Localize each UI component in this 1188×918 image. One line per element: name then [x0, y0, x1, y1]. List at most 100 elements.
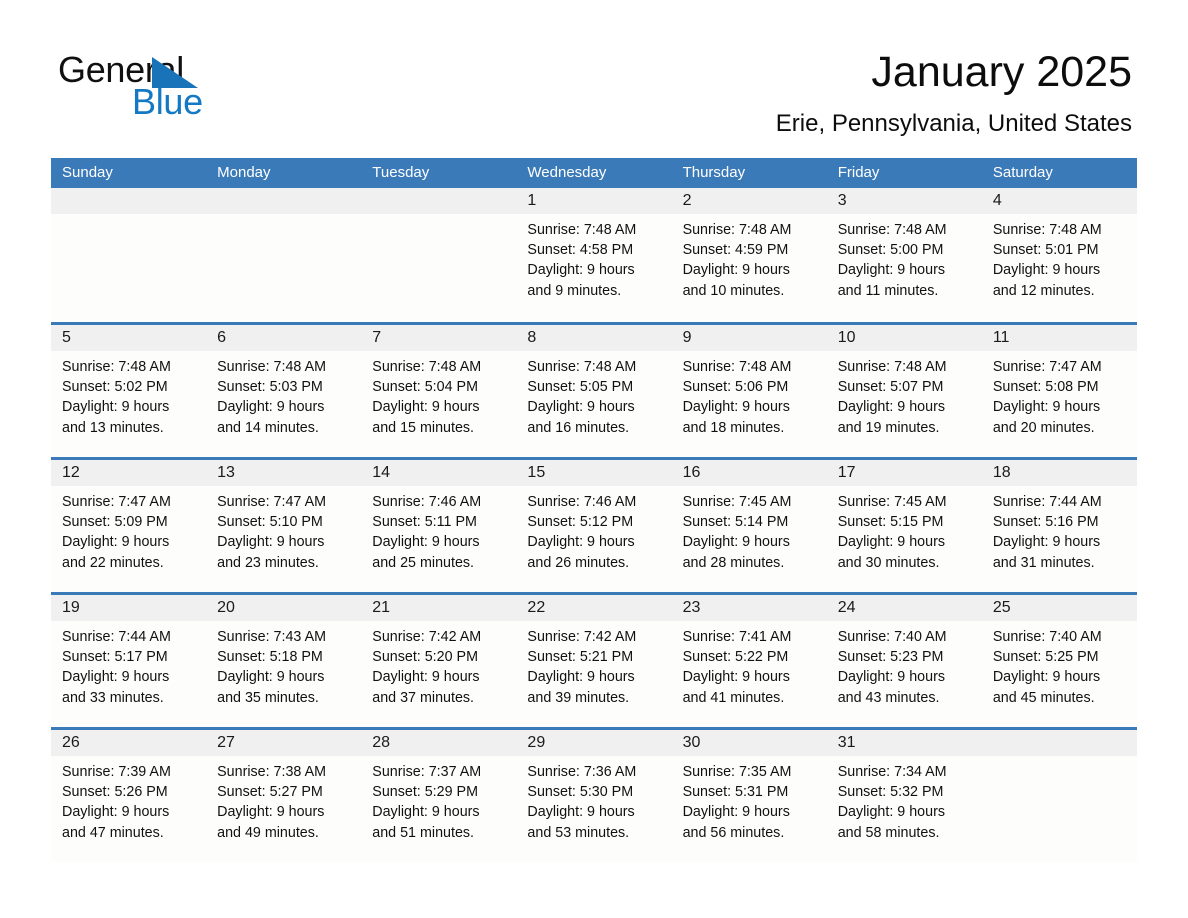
day-number-13[interactable]: 13	[206, 460, 361, 486]
day-number-4[interactable]: 4	[982, 188, 1137, 214]
day-detail-line: Sunrise: 7:38 AM	[217, 764, 327, 780]
day-detail-line: Sunrise: 7:48 AM	[527, 222, 637, 238]
day-detail-line: Daylight: 9 hours	[62, 804, 170, 821]
weekday-header-row: Sunday Monday Tuesday Wednesday Thursday Frid…	[51, 158, 1137, 188]
day-number-12[interactable]: 12	[51, 460, 206, 486]
day-cell-13[interactable]: Sunrise: 7:47 AM Sunset: 5:10 PM Daylight:…	[206, 486, 361, 592]
day-cell-25[interactable]: Sunrise: 7:40 AM Sunset: 5:25 PM Daylight:…	[982, 621, 1137, 727]
location-subtitle: Erie, Pennsylvania, United States	[775, 110, 1132, 137]
day-detail-line: and 37 minutes.	[372, 689, 475, 706]
day-cell-8[interactable]: Sunrise: 7:48 AM Sunset: 5:05 PM Daylight:…	[516, 351, 671, 457]
day-cell-22[interactable]: Sunrise: 7:42 AM Sunset: 5:21 PM Daylight:…	[516, 621, 671, 727]
day-detail-line: Sunset: 5:29 PM	[372, 784, 478, 801]
day-detail-line: Sunrise: 7:45 AM	[837, 494, 947, 510]
day-cell-2[interactable]: Sunrise: 7:48 AM Sunset: 4:59 PM Daylight:…	[672, 214, 827, 320]
day-number-5[interactable]: 5	[51, 325, 206, 351]
day-number-21[interactable]: 21	[361, 595, 516, 621]
day-number-1[interactable]: 1	[516, 188, 671, 214]
calendar-week-row: 12 13 14 15 16 17 18 Sunrise: 7:47 AM Sunset: 5:…	[51, 457, 1137, 592]
day-detail-line: Sunset: 5:20 PM	[372, 649, 478, 666]
day-cell-10[interactable]: Sunrise: 7:48 AM Sunset: 5:07 PM Daylight:…	[827, 351, 982, 457]
day-detail-line: and 18 minutes.	[682, 419, 785, 436]
day-detail-line: Daylight: 9 hours	[62, 399, 170, 416]
day-detail-line: Sunset: 5:11 PM	[372, 514, 477, 531]
day-detail-line: Sunrise: 7:48 AM	[992, 222, 1102, 238]
day-number-25[interactable]: 25	[982, 595, 1137, 621]
day-detail-line: Daylight: 9 hours	[62, 669, 170, 686]
day-cell-12[interactable]: Sunrise: 7:47 AM Sunset: 5:09 PM Daylight:…	[51, 486, 206, 592]
day-cell-19[interactable]: Sunrise: 7:44 AM Sunset: 5:17 PM Daylight:…	[51, 621, 206, 727]
day-detail-line: and 13 minutes.	[62, 419, 164, 436]
day-number-15[interactable]: 15	[516, 460, 671, 486]
day-cell-7[interactable]: Sunrise: 7:48 AM Sunset: 5:04 PM Daylight:…	[361, 351, 516, 457]
day-detail-line: and 20 minutes.	[992, 419, 1095, 436]
day-cell-11[interactable]: Sunrise: 7:47 AM Sunset: 5:08 PM Daylight:…	[982, 351, 1137, 457]
day-cell-14[interactable]: Sunrise: 7:46 AM Sunset: 5:11 PM Daylight:…	[361, 486, 516, 592]
day-cell-21[interactable]: Sunrise: 7:42 AM Sunset: 5:20 PM Daylight:…	[361, 621, 516, 727]
day-detail-line: and 22 minutes.	[62, 554, 164, 571]
day-cell-29[interactable]: Sunrise: 7:36 AM Sunset: 5:30 PM Daylight:…	[516, 756, 671, 862]
day-cell-24[interactable]: Sunrise: 7:40 AM Sunset: 5:23 PM Daylight:…	[827, 621, 982, 727]
day-cell-30[interactable]: Sunrise: 7:35 AM Sunset: 5:31 PM Daylight:…	[672, 756, 827, 862]
day-number-19[interactable]: 19	[51, 595, 206, 621]
day-detail-line: Sunrise: 7:48 AM	[837, 222, 947, 238]
day-cell-23[interactable]: Sunrise: 7:41 AM Sunset: 5:22 PM Daylight:…	[672, 621, 827, 727]
day-number-11[interactable]: 11	[982, 325, 1137, 351]
day-number-16[interactable]: 16	[672, 460, 827, 486]
day-number-29[interactable]: 29	[516, 730, 671, 756]
day-detail-line: Daylight: 9 hours	[837, 669, 945, 686]
day-detail-band: Sunrise: 7:39 AM Sunset: 5:26 PM Daylight:…	[51, 756, 1137, 862]
day-number-3[interactable]: 3	[827, 188, 982, 214]
day-cell-28[interactable]: Sunrise: 7:37 AM Sunset: 5:29 PM Daylight:…	[361, 756, 516, 862]
day-detail-line: and 19 minutes.	[837, 419, 940, 436]
weekday-header-friday: Friday	[837, 164, 880, 181]
day-detail-line: Daylight: 9 hours	[372, 804, 480, 821]
day-detail-line: Daylight: 9 hours	[527, 804, 635, 821]
day-number-2[interactable]: 2	[672, 188, 827, 214]
calendar-week-row: 26 27 28 29 30 31 Sunrise: 7:39 AM Sunset: 5:26…	[51, 727, 1137, 862]
day-cell-20[interactable]: Sunrise: 7:43 AM Sunset: 5:18 PM Daylight:…	[206, 621, 361, 727]
day-number-14[interactable]: 14	[361, 460, 516, 486]
day-cell-15[interactable]: Sunrise: 7:46 AM Sunset: 5:12 PM Daylight:…	[516, 486, 671, 592]
day-cell-26[interactable]: Sunrise: 7:39 AM Sunset: 5:26 PM Daylight:…	[51, 756, 206, 862]
day-number-31[interactable]: 31	[827, 730, 982, 756]
day-cell-3[interactable]: Sunrise: 7:48 AM Sunset: 5:00 PM Daylight:…	[827, 214, 982, 320]
weekday-header-tuesday: Tuesday	[372, 164, 430, 181]
day-detail-line: Daylight: 9 hours	[992, 262, 1101, 279]
day-number-6[interactable]: 6	[206, 325, 361, 351]
general-blue-logo[interactable]: General Blue	[58, 50, 388, 130]
day-cell-4[interactable]: Sunrise: 7:48 AM Sunset: 5:01 PM Daylight:…	[982, 214, 1137, 320]
day-number-28[interactable]: 28	[361, 730, 516, 756]
day-number-8[interactable]: 8	[516, 325, 671, 351]
day-number-7[interactable]: 7	[361, 325, 516, 351]
day-cell-16[interactable]: Sunrise: 7:45 AM Sunset: 5:14 PM Daylight:…	[672, 486, 827, 592]
day-detail-line: and 41 minutes.	[682, 689, 785, 706]
day-cell-18[interactable]: Sunrise: 7:44 AM Sunset: 5:16 PM Daylight:…	[982, 486, 1137, 592]
day-number-10[interactable]: 10	[827, 325, 982, 351]
day-number-9[interactable]: 9	[672, 325, 827, 351]
day-number-23[interactable]: 23	[672, 595, 827, 621]
day-detail-line: Daylight: 9 hours	[682, 804, 790, 821]
day-cell-5[interactable]: Sunrise: 7:48 AM Sunset: 5:02 PM Daylight:…	[51, 351, 206, 457]
day-cell-1[interactable]: Sunrise: 7:48 AM Sunset: 4:58 PM Daylight:…	[516, 214, 671, 320]
day-cell-17[interactable]: Sunrise: 7:45 AM Sunset: 5:15 PM Daylight:…	[827, 486, 982, 592]
day-detail-line: and 45 minutes.	[992, 689, 1095, 706]
day-detail-line: Sunset: 5:30 PM	[527, 784, 634, 801]
day-detail-line: Sunset: 4:59 PM	[682, 242, 789, 259]
day-number-27[interactable]: 27	[206, 730, 361, 756]
day-detail-line: Daylight: 9 hours	[682, 669, 790, 686]
day-cell-27[interactable]: Sunrise: 7:38 AM Sunset: 5:27 PM Daylight:…	[206, 756, 361, 862]
day-number-30[interactable]: 30	[672, 730, 827, 756]
day-detail-line: Sunrise: 7:48 AM	[837, 359, 947, 375]
day-number-20[interactable]: 20	[206, 595, 361, 621]
day-number-24[interactable]: 24	[827, 595, 982, 621]
day-cell-9[interactable]: Sunrise: 7:48 AM Sunset: 5:06 PM Daylight:…	[672, 351, 827, 457]
day-number-22[interactable]: 22	[516, 595, 671, 621]
day-number-17[interactable]: 17	[827, 460, 982, 486]
day-cell-31[interactable]: Sunrise: 7:34 AM Sunset: 5:32 PM Daylight:…	[827, 756, 982, 862]
day-cell-6[interactable]: Sunrise: 7:48 AM Sunset: 5:03 PM Daylight:…	[206, 351, 361, 457]
day-number-26[interactable]: 26	[51, 730, 206, 756]
title-block: January 2025 Erie, Pennsylvania, United …	[776, 46, 1132, 138]
day-number-18[interactable]: 18	[982, 460, 1137, 486]
day-detail-line: Sunset: 5:14 PM	[682, 514, 789, 531]
